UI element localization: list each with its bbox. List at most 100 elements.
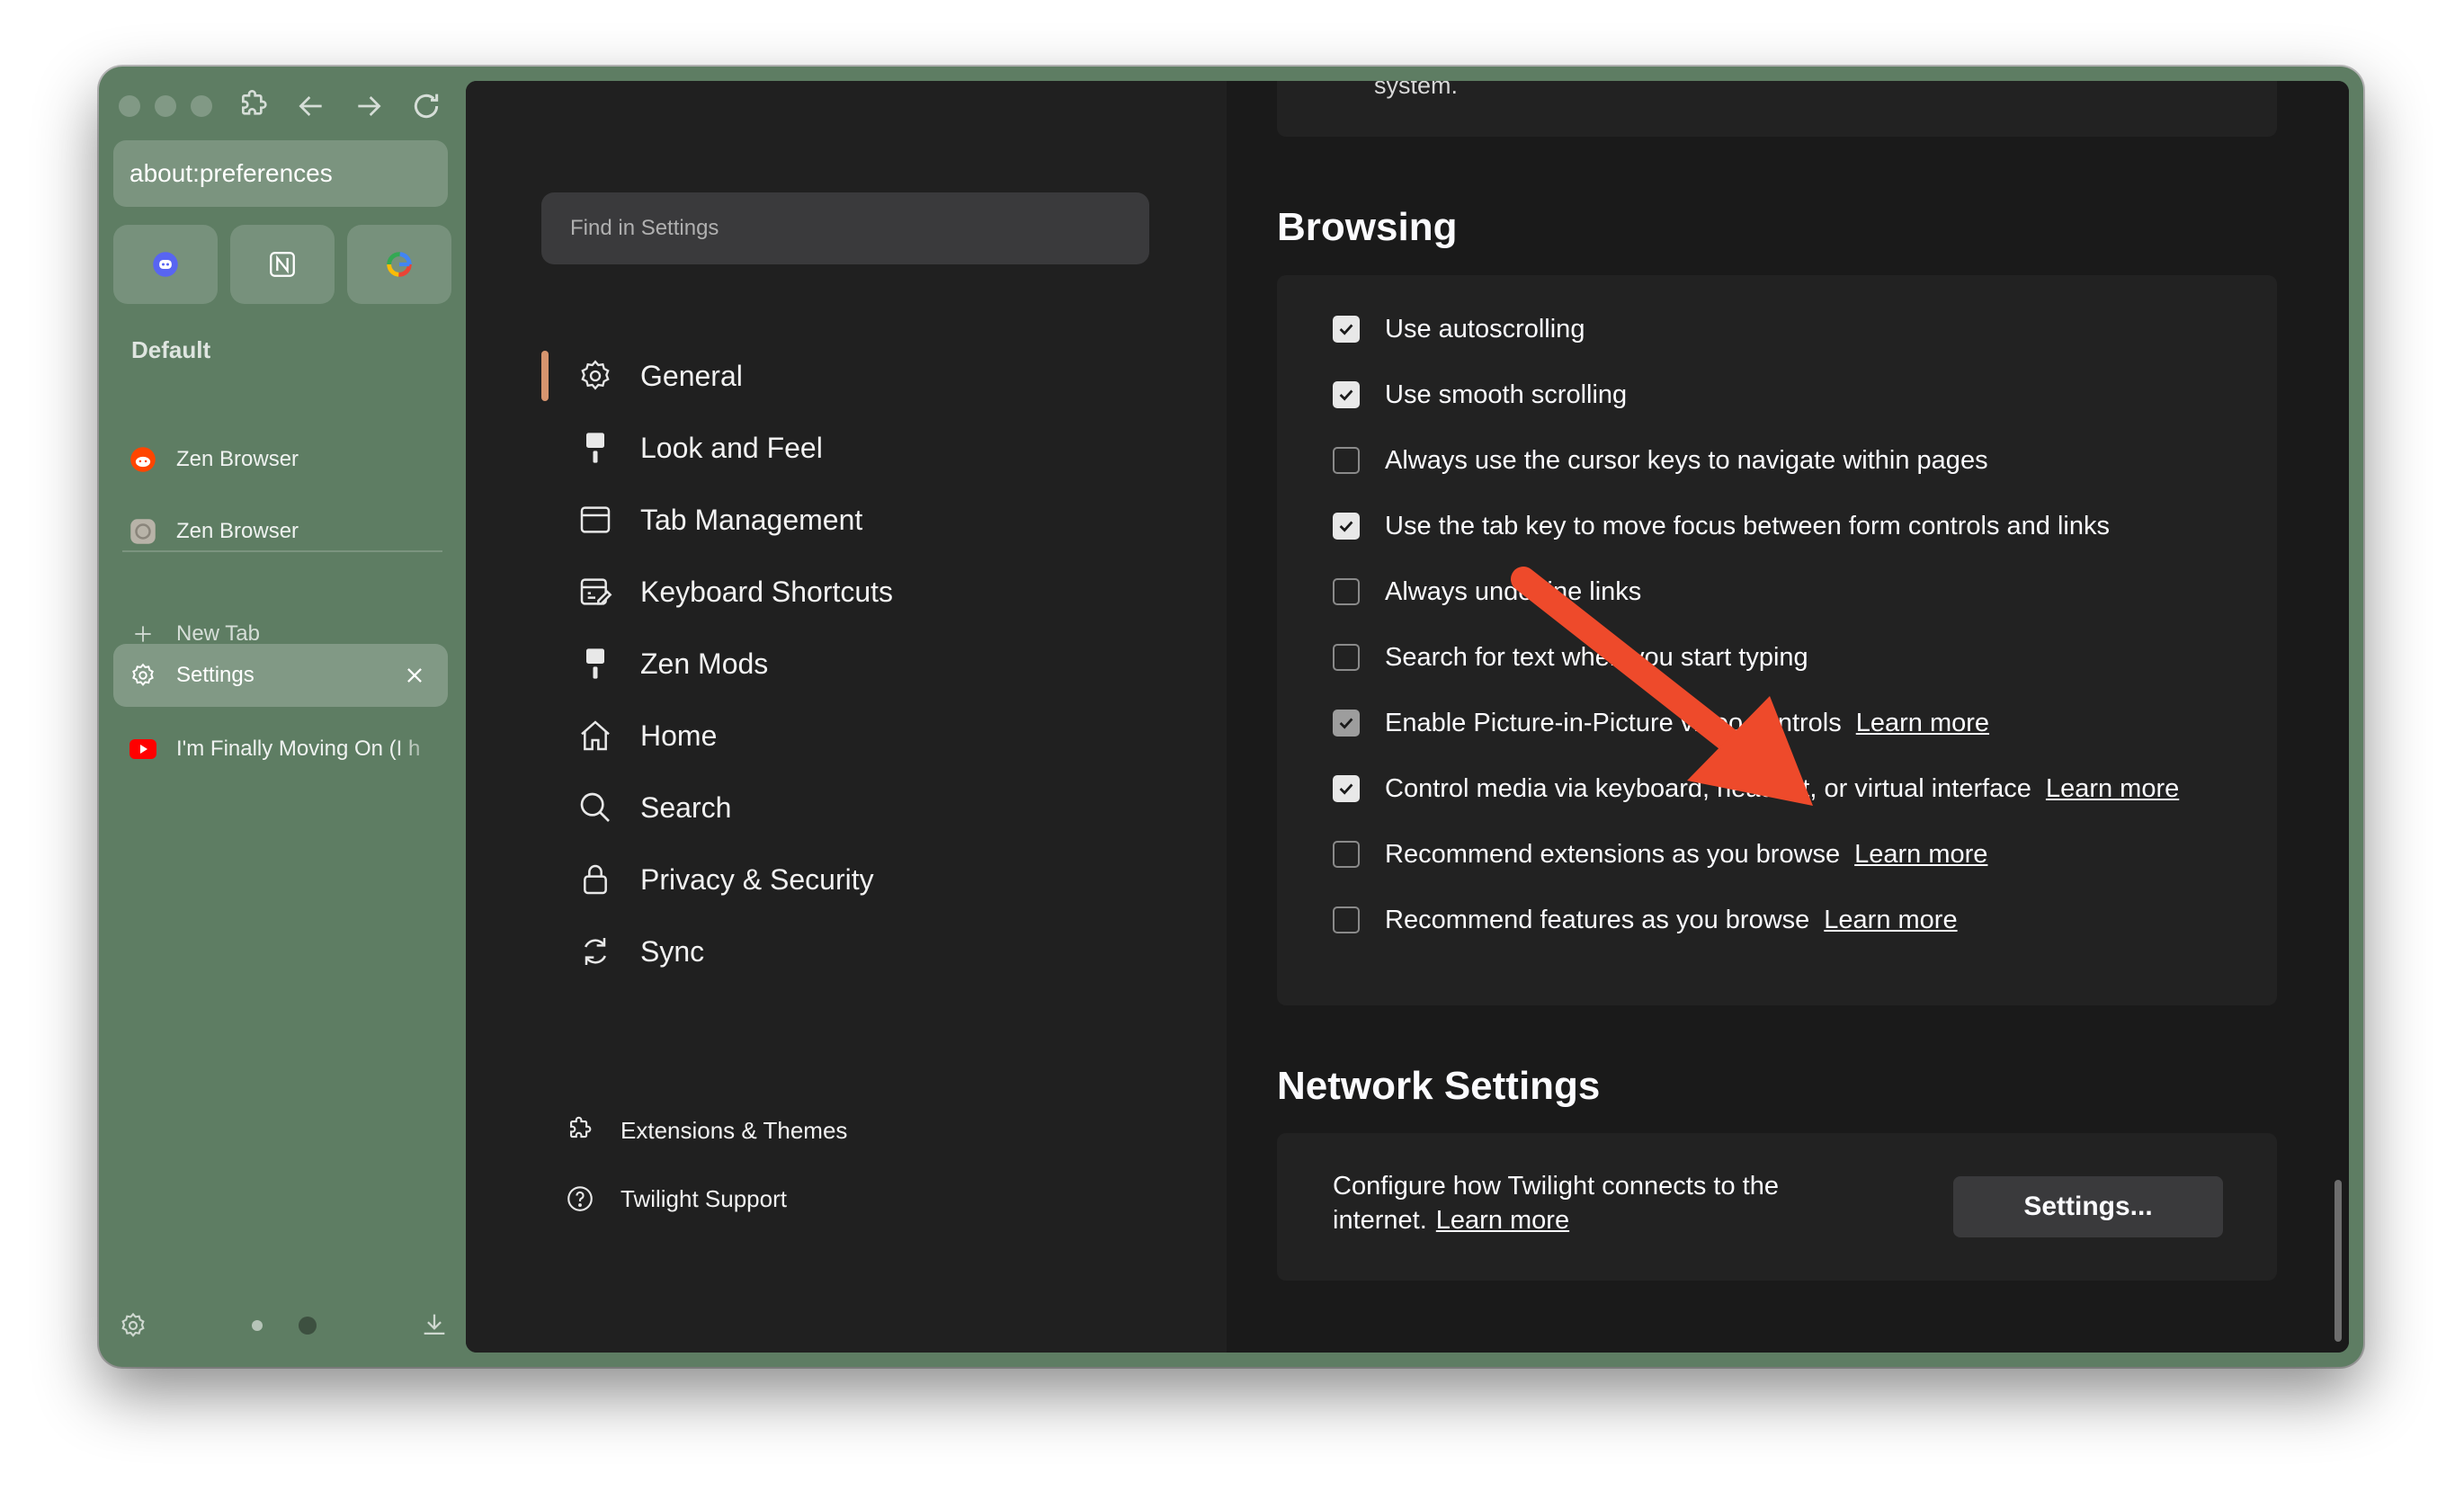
- pinned-google-tab[interactable]: [347, 225, 451, 304]
- checkbox-unchecked[interactable]: [1333, 906, 1360, 933]
- network-description: Configure how Twilight connects to the i…: [1333, 1169, 1779, 1237]
- tab-fade: [394, 718, 448, 781]
- magnifier-icon: [577, 790, 613, 826]
- gear-icon: [577, 358, 613, 394]
- option-recommend-extensions[interactable]: Recommend extensions as you browse Learn…: [1333, 836, 1987, 872]
- nav-label: Look and Feel: [640, 431, 823, 464]
- option-label: Use autoscrolling: [1385, 314, 1585, 344]
- nav-item-privacy-security[interactable]: Privacy & Security: [577, 853, 874, 906]
- browsing-heading: Browsing: [1277, 205, 1458, 249]
- youtube-icon: [129, 736, 156, 763]
- workspace-dot-icon[interactable]: [299, 1317, 317, 1335]
- nav-twilight-support[interactable]: Twilight Support: [565, 1176, 787, 1221]
- close-icon[interactable]: [399, 660, 430, 691]
- checkbox-unchecked[interactable]: [1333, 578, 1360, 605]
- option-label: Use the tab key to move focus between fo…: [1385, 511, 2110, 540]
- nav-item-zen-mods[interactable]: Zen Mods: [577, 637, 768, 691]
- checkbox-checked[interactable]: [1333, 381, 1360, 408]
- learn-more-link[interactable]: Learn more: [1856, 709, 1989, 738]
- checkbox-unchecked[interactable]: [1333, 447, 1360, 474]
- tab-item[interactable]: Zen Browser: [113, 500, 448, 563]
- sidebar: about:preferences Default Zen Browser Ze…: [99, 67, 466, 1367]
- learn-more-link[interactable]: Learn more: [1824, 906, 1957, 935]
- annotation-arrow-icon: [1511, 567, 1813, 806]
- gear-icon: [129, 662, 156, 689]
- nav-label: Extensions & Themes: [620, 1116, 848, 1144]
- option-label: Use smooth scrolling: [1385, 379, 1628, 409]
- checkbox-checked[interactable]: [1333, 513, 1360, 540]
- option-cursor-keys[interactable]: Always use the cursor keys to navigate w…: [1333, 442, 1988, 478]
- forward-arrow-icon[interactable]: [351, 88, 387, 124]
- download-icon[interactable]: [419, 1309, 450, 1340]
- nav-item-search[interactable]: Search: [577, 781, 731, 835]
- home-icon: [577, 718, 613, 754]
- nav-item-tab-management[interactable]: Tab Management: [577, 493, 862, 547]
- help-icon: [565, 1183, 595, 1214]
- nav-item-look-and-feel[interactable]: Look and Feel: [577, 421, 823, 475]
- learn-more-link[interactable]: Learn more: [1854, 840, 1987, 870]
- nav-label: Tab Management: [640, 503, 863, 536]
- checkbox-checked[interactable]: [1333, 710, 1360, 737]
- nav-item-home[interactable]: Home: [577, 709, 717, 763]
- tab-item[interactable]: Zen Browser: [113, 428, 448, 491]
- extensions-icon[interactable]: [236, 88, 272, 124]
- url-bar[interactable]: about:preferences: [113, 140, 448, 207]
- workspace-label: Default: [131, 336, 211, 363]
- nav-label: Sync: [640, 934, 705, 968]
- close-window-button[interactable]: [119, 95, 140, 117]
- nav-label: Zen Mods: [640, 647, 769, 680]
- option-label: Recommend features as you browse: [1385, 905, 1810, 934]
- nav-label: Search: [640, 790, 732, 824]
- minimize-window-button[interactable]: [155, 95, 176, 117]
- reddit-icon: [129, 446, 156, 473]
- option-tab-key-focus[interactable]: Use the tab key to move focus between fo…: [1333, 508, 2110, 544]
- nav-label: Keyboard Shortcuts: [640, 575, 894, 608]
- previous-section-card: system.: [1277, 81, 2277, 137]
- back-arrow-icon[interactable]: [293, 88, 329, 124]
- scrollbar-thumb[interactable]: [2335, 1180, 2342, 1342]
- nav-label: General: [640, 359, 743, 392]
- notion-icon: [270, 252, 295, 277]
- tab-label: Zen Browser: [176, 519, 299, 543]
- zoom-window-button[interactable]: [191, 95, 212, 117]
- sidebar-divider: [122, 550, 442, 552]
- tab-settings[interactable]: Settings: [113, 644, 448, 707]
- checkbox-unchecked[interactable]: [1333, 644, 1360, 671]
- lock-icon: [577, 862, 613, 897]
- network-desc-line: Configure how Twilight connects to the: [1333, 1172, 1779, 1201]
- brush-icon: [577, 430, 613, 466]
- nav-item-general[interactable]: General: [577, 349, 743, 403]
- checkbox-checked[interactable]: [1333, 775, 1360, 802]
- checkbox-unchecked[interactable]: [1333, 841, 1360, 868]
- tab-label: I'm Finally Moving On (I h: [176, 737, 421, 761]
- option-smooth-scrolling[interactable]: Use smooth scrolling: [1333, 377, 1627, 413]
- nav-extensions-themes[interactable]: Extensions & Themes: [565, 1108, 847, 1153]
- workspace-dot-icon[interactable]: [252, 1320, 263, 1331]
- find-in-settings-input[interactable]: [541, 192, 1149, 264]
- option-autoscrolling[interactable]: Use autoscrolling: [1333, 311, 1585, 347]
- network-settings-button[interactable]: Settings...: [1953, 1176, 2223, 1237]
- network-settings-heading: Network Settings: [1277, 1064, 1601, 1108]
- settings-page: General Look and Feel Tab Management Key…: [466, 81, 2349, 1353]
- learn-more-link[interactable]: Learn more: [1436, 1206, 1569, 1235]
- discord-icon: [153, 252, 178, 277]
- settings-nav: General Look and Feel Tab Management Key…: [466, 81, 1227, 1353]
- nav-item-sync[interactable]: Sync: [577, 924, 704, 978]
- keyboard-edit-icon: [577, 574, 613, 610]
- puzzle-icon: [565, 1115, 595, 1146]
- tab-item[interactable]: I'm Finally Moving On (I h: [113, 718, 448, 781]
- browser-window: about:preferences Default Zen Browser Ze…: [99, 67, 2363, 1367]
- nav-selection-indicator: [541, 351, 549, 401]
- checkbox-checked[interactable]: [1333, 316, 1360, 343]
- nav-label: Twilight Support: [620, 1184, 787, 1212]
- reload-icon[interactable]: [408, 88, 444, 124]
- learn-more-link[interactable]: Learn more: [2046, 774, 2179, 804]
- option-label: Recommend extensions as you browse: [1385, 839, 1841, 869]
- nav-item-keyboard-shortcuts[interactable]: Keyboard Shortcuts: [577, 565, 893, 619]
- settings-gear-icon[interactable]: [119, 1311, 147, 1340]
- option-recommend-features[interactable]: Recommend features as you browse Learn m…: [1333, 902, 1958, 938]
- pinned-notion-tab[interactable]: [230, 225, 335, 304]
- tab-window-icon: [577, 502, 613, 538]
- zen-logo-icon: [129, 518, 156, 545]
- pinned-discord-tab[interactable]: [113, 225, 218, 304]
